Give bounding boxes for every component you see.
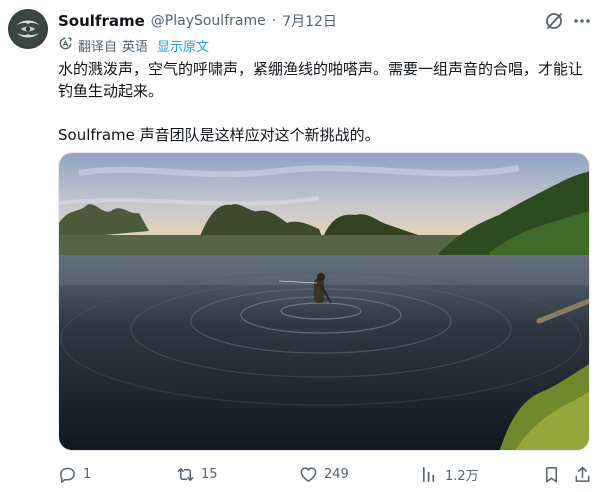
grok-icon[interactable] [544, 11, 564, 31]
post-paragraph: Soulframe 声音团队是这样应对这个新挑战的。 [58, 126, 380, 144]
author-handle[interactable]: @PlaySoulframe [151, 13, 266, 29]
fishing-river-image [59, 153, 589, 450]
post-body: 水的溅泼声，空气的呼啸声，紧绷渔线的啪嗒声。需要一组声音的合唱，才能让钓鱼生动起… [58, 58, 588, 146]
post-media[interactable] [58, 152, 590, 451]
post-date[interactable]: 7月12日 [282, 11, 337, 31]
views-button[interactable]: 1.2万 [420, 462, 479, 486]
reply-count: 1 [83, 466, 92, 482]
soulframe-logo-icon [9, 10, 47, 48]
avatar[interactable] [8, 9, 48, 49]
translated-from-label: 翻译自 [78, 39, 118, 55]
separator-dot: · [271, 13, 277, 29]
like-count: 249 [324, 466, 349, 482]
bookmark-button[interactable] [542, 462, 561, 486]
reply-button[interactable]: 1 [58, 462, 91, 486]
repost-icon [177, 467, 194, 481]
repost-button[interactable]: 15 [176, 462, 218, 486]
share-button[interactable] [573, 462, 592, 486]
share-icon [575, 466, 590, 482]
more-icon[interactable] [572, 11, 592, 31]
translation-row: 翻译自 英语 显示原文 [58, 36, 209, 55]
bookmark-icon [545, 466, 558, 482]
like-icon [300, 466, 317, 482]
post-paragraph: 水的溅泼声，空气的呼啸声，紧绷渔线的啪嗒声。需要一组声音的合唱，才能让钓鱼生动起… [58, 60, 584, 100]
views-count: 1.2万 [445, 468, 479, 484]
show-original-link[interactable]: 显示原文 [157, 36, 209, 55]
views-icon [422, 466, 435, 482]
translate-icon [58, 36, 73, 55]
repost-count: 15 [201, 466, 218, 482]
author-display-name[interactable]: Soulframe [58, 12, 145, 30]
like-button[interactable]: 249 [299, 462, 349, 486]
reply-icon [60, 467, 75, 483]
post-header: Soulframe @PlaySoulframe · 7月12日 [58, 10, 337, 32]
action-bar: 1 15 249 1.2万 [58, 462, 592, 486]
source-language: 英语 [122, 39, 149, 55]
